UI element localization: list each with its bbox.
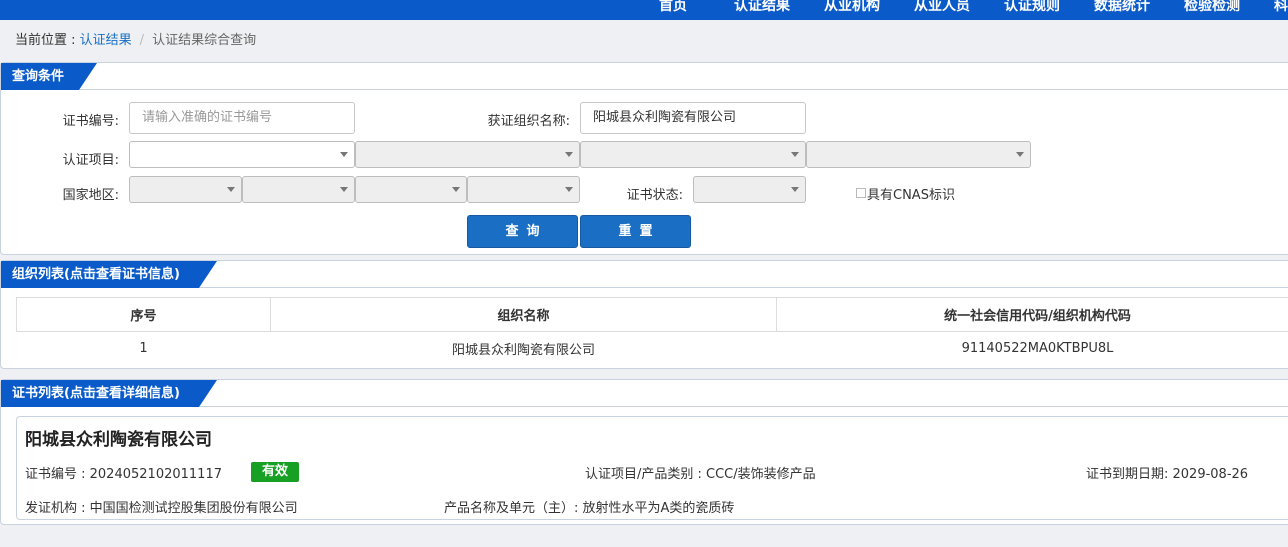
chevron-down-icon: [565, 187, 573, 192]
breadcrumb-prefix: 当前位置 :: [15, 33, 80, 48]
cert-expiry: 证书到期日期: 2029-08-26: [1086, 467, 1249, 482]
cert-number: 证书编号 : 2024052102011117: [25, 467, 222, 482]
cert-no-label: 证书编号:: [62, 114, 119, 129]
cert-list-panel-header: 证书列表(点击查看详细信息): [1, 380, 1288, 407]
region-select-4[interactable]: [467, 176, 580, 203]
nav-item-inspection[interactable]: 检验检测: [1184, 0, 1240, 15]
chevron-down-icon: [227, 187, 235, 192]
org-table: 序号 组织名称 统一社会信用代码/组织机构代码 1 阳城县众利陶瓷有限公司 91…: [15, 297, 1288, 366]
cell-credit-code: 91140522MA0KTBPU8L: [961, 341, 1114, 357]
project-select-3[interactable]: [580, 141, 806, 168]
chevron-down-icon: [340, 187, 348, 192]
search-button[interactable]: 查询: [467, 215, 578, 248]
project-select-4[interactable]: [806, 141, 1031, 168]
status-label: 证书状态:: [626, 188, 683, 203]
chevron-down-icon: [452, 187, 460, 192]
column-header-index: 序号: [15, 297, 272, 332]
cert-list-panel-title: 证书列表(点击查看详细信息): [1, 380, 217, 407]
query-panel: 查询条件 证书编号: 请输入准确的证书编号 获证组织名称: 阳城县众利陶瓷有限公…: [0, 62, 1288, 255]
cell-index: 1: [139, 341, 148, 357]
query-panel-title: 查询条件: [1, 63, 97, 90]
chevron-down-icon: [791, 152, 799, 157]
region-select-3[interactable]: [355, 176, 467, 203]
chevron-down-icon: [565, 152, 573, 157]
cnas-label: 具有CNAS标识: [867, 188, 955, 203]
nav-item-cert-results[interactable]: 认证结果: [734, 0, 790, 15]
breadcrumb-link[interactable]: 认证结果: [80, 33, 132, 48]
nav-item-home[interactable]: 首页: [659, 0, 687, 15]
org-list-panel: 组织列表(点击查看证书信息) 序号 组织名称 统一社会信用代码/组织机构代码 1…: [0, 260, 1288, 369]
project-label: 认证项目:: [62, 153, 119, 168]
org-table-header-row: 序号 组织名称 统一社会信用代码/组织机构代码: [15, 297, 1288, 332]
org-list-panel-title: 组织列表(点击查看证书信息): [1, 261, 217, 288]
breadcrumb: 当前位置 : 认证结果 / 认证结果综合查询: [15, 29, 256, 48]
project-select-2[interactable]: [355, 141, 580, 168]
region-label: 国家地区:: [62, 188, 119, 203]
breadcrumb-separator: /: [139, 33, 145, 48]
top-nav: 首页 认证结果 从业机构 从业人员 认证规则 数据统计 检验检测 科: [0, 0, 1288, 20]
nav-item-personnel[interactable]: 从业人员: [914, 0, 970, 15]
breadcrumb-current: 认证结果综合查询: [152, 33, 257, 48]
cert-product: 产品名称及单元（主）: 放射性水平为A类的瓷质砖: [444, 501, 735, 516]
chevron-down-icon: [791, 187, 799, 192]
column-header-org-name: 组织名称: [270, 297, 777, 332]
nav-item-statistics[interactable]: 数据统计: [1094, 0, 1150, 15]
nav-item-cert-rules[interactable]: 认证规则: [1004, 0, 1060, 15]
cert-no-input[interactable]: 请输入准确的证书编号: [129, 102, 355, 134]
status-select[interactable]: [693, 176, 806, 203]
org-name-label: 获证组织名称:: [487, 114, 570, 129]
status-badge: 有效: [251, 462, 299, 482]
org-list-panel-header: 组织列表(点击查看证书信息): [1, 261, 1288, 288]
project-select-1[interactable]: [129, 141, 355, 168]
table-row[interactable]: 1 阳城县众利陶瓷有限公司 91140522MA0KTBPU8L: [17, 332, 1288, 366]
region-select-1[interactable]: [129, 176, 242, 203]
nav-item-more[interactable]: 科: [1274, 0, 1288, 15]
cell-org-name[interactable]: 阳城县众利陶瓷有限公司: [271, 332, 777, 366]
org-name-input[interactable]: 阳城县众利陶瓷有限公司: [580, 102, 806, 134]
query-panel-header: 查询条件: [1, 63, 1288, 90]
chevron-down-icon: [1016, 152, 1024, 157]
column-header-credit-code: 统一社会信用代码/组织机构代码: [775, 297, 1288, 332]
cert-issuer: 发证机构 : 中国国检测试控股集团股份有限公司: [25, 501, 298, 516]
nav-item-agencies[interactable]: 从业机构: [824, 0, 880, 15]
cnas-checkbox[interactable]: [856, 188, 866, 198]
reset-button[interactable]: 重置: [580, 215, 691, 248]
cert-list-panel: 证书列表(点击查看详细信息) 阳城县众利陶瓷有限公司 证书编号 : 202405…: [0, 379, 1288, 525]
region-select-2[interactable]: [242, 176, 355, 203]
chevron-down-icon: [340, 152, 348, 157]
cert-card[interactable]: 阳城县众利陶瓷有限公司 证书编号 : 2024052102011117 有效 认…: [16, 416, 1288, 520]
cert-project: 认证项目/产品类别 : CCC/装饰装修产品: [585, 467, 816, 482]
cert-org-name: 阳城县众利陶瓷有限公司: [25, 430, 212, 450]
